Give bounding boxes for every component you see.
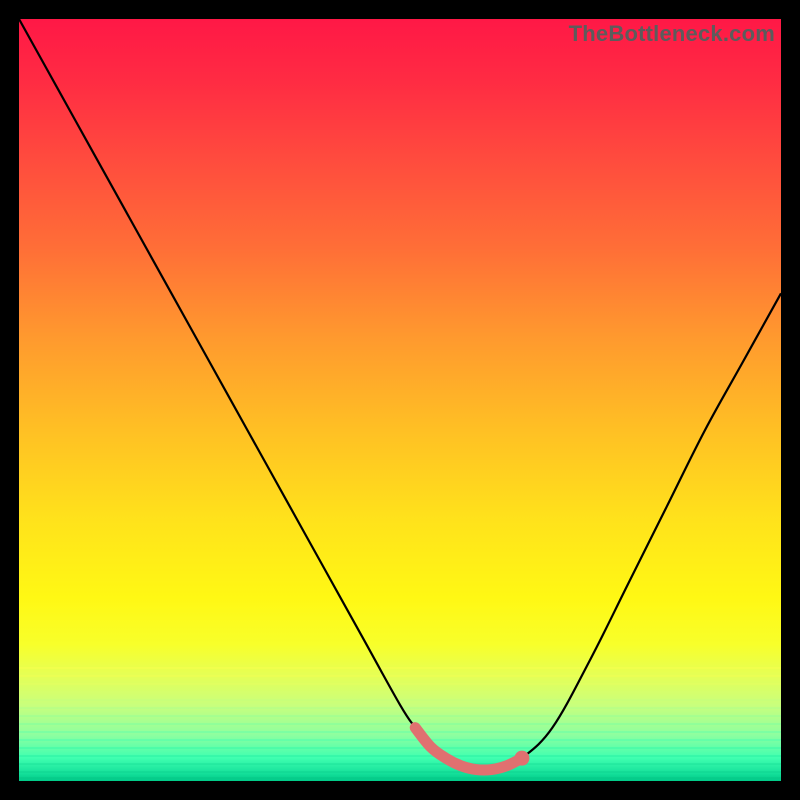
heatmap-gradient bbox=[19, 19, 781, 781]
chart-frame: TheBottleneck.com bbox=[0, 0, 800, 800]
plot-area: TheBottleneck.com bbox=[19, 19, 781, 781]
watermark-label: TheBottleneck.com bbox=[569, 21, 775, 47]
